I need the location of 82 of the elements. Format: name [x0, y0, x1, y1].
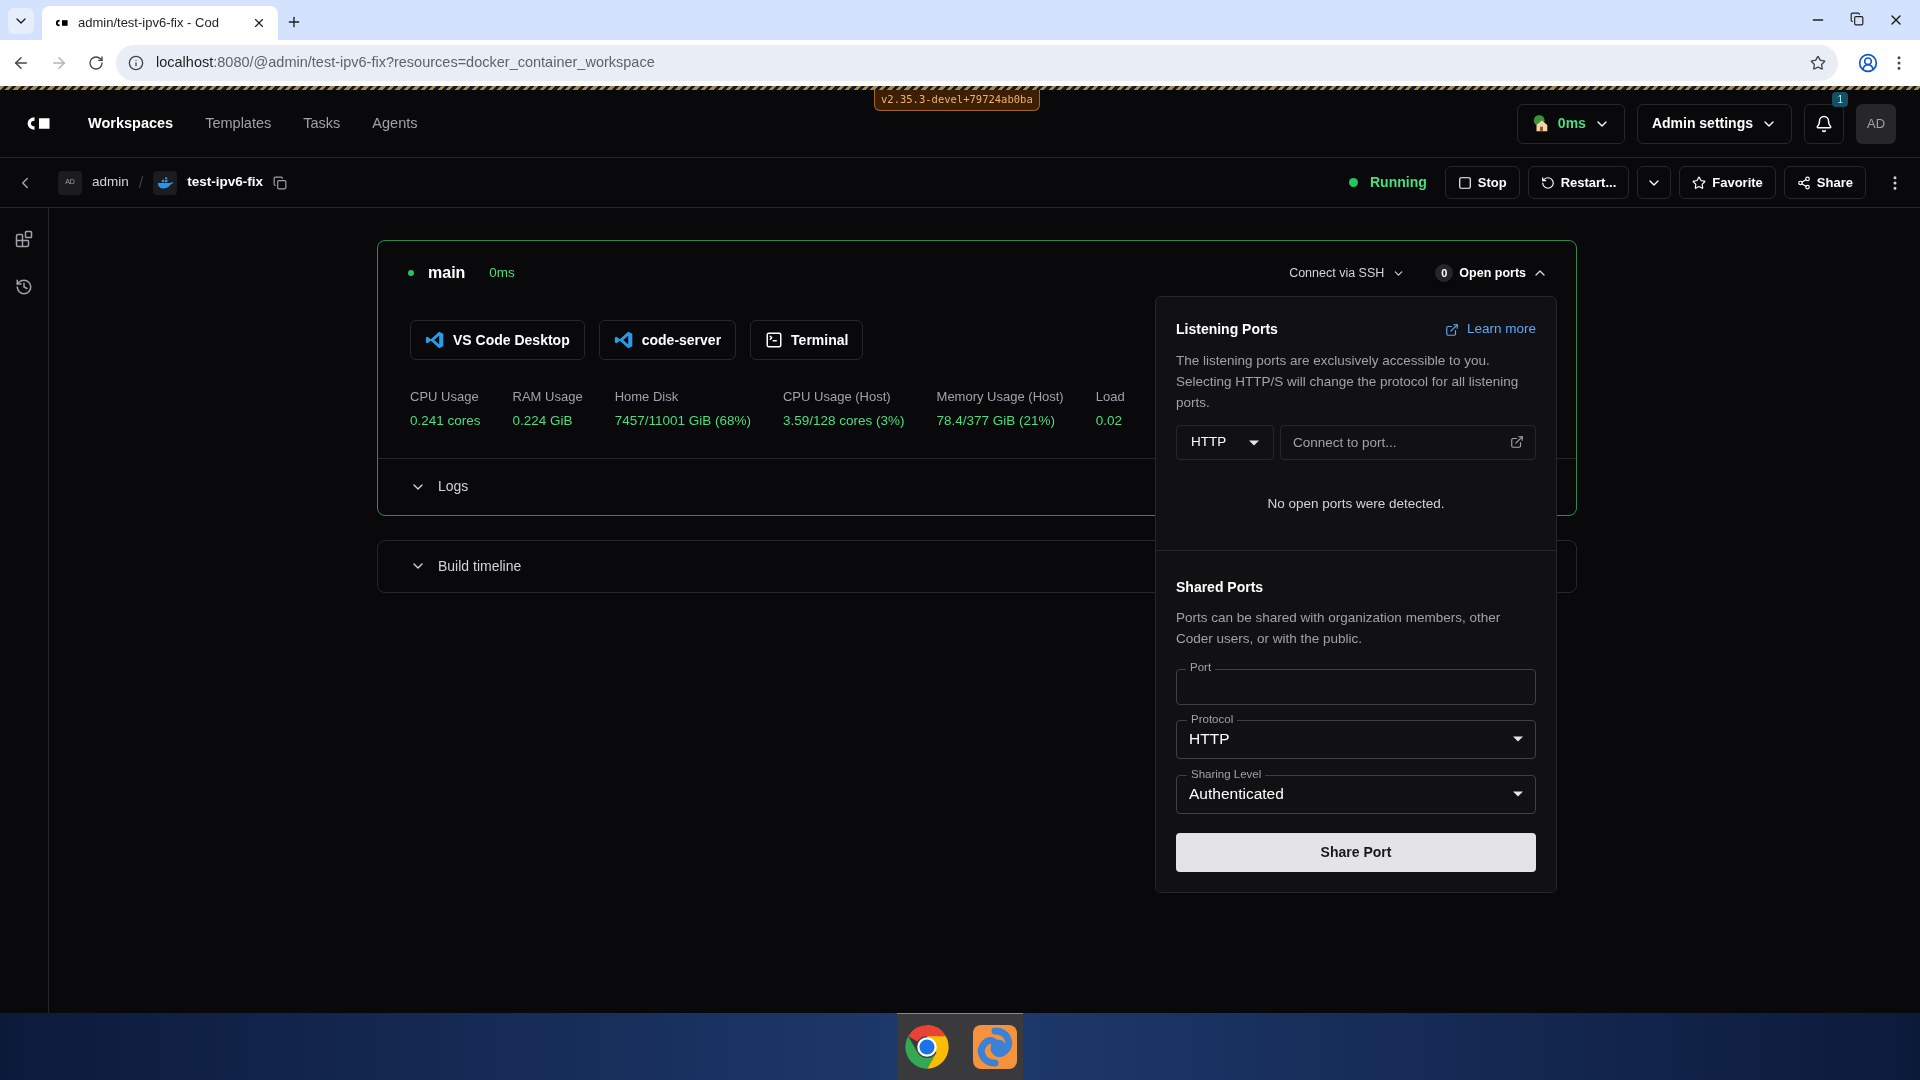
restart-button[interactable]: Restart...	[1527, 166, 1630, 199]
dropdown-arrow-icon	[1513, 736, 1523, 742]
nav-link[interactable]: Templates	[191, 112, 286, 135]
logs-toggle[interactable]: Logs	[378, 458, 469, 515]
breadcrumb-separator: /	[138, 172, 144, 193]
back-icon[interactable]	[12, 54, 30, 72]
workspace-name: test-ipv6-fix	[187, 173, 263, 192]
tab-title: admin/test-ipv6-fix - Cod	[78, 14, 220, 33]
new-tab-icon[interactable]	[286, 14, 302, 30]
metric-value: 0.02	[1095, 411, 1123, 430]
star-icon	[1692, 175, 1707, 190]
metric-value: 7457/11001 GiB (68%)	[614, 411, 751, 430]
reload-icon[interactable]	[88, 55, 104, 71]
browser-tab[interactable]: admin/test-ipv6-fix - Cod	[42, 6, 278, 40]
site-info-icon	[128, 55, 144, 71]
share-icon	[1796, 175, 1811, 190]
nav-link[interactable]: Agents	[358, 112, 432, 135]
notification-count: 1	[1832, 91, 1848, 107]
build-timeline-toggle[interactable]: Build timeline	[410, 555, 522, 577]
agent-latency: 0ms	[489, 263, 515, 282]
owner-name[interactable]: admin	[92, 172, 129, 193]
bookmark-star-icon[interactable]	[1810, 55, 1826, 71]
dropdown-arrow-icon	[1249, 439, 1259, 446]
admin-settings-button[interactable]: Admin settings	[1636, 103, 1792, 144]
metric-value: 0.241 cores	[410, 411, 481, 430]
empty-message: No open ports were detected.	[1267, 495, 1445, 513]
metric-label: CPU Usage	[410, 388, 480, 406]
metric-value: 3.59/128 cores (3%)	[782, 411, 905, 430]
address-bar[interactable]: localhost:8080/@admin/test-ipv6-fix?resources=docker_container_workspace	[116, 45, 1838, 81]
protocol-select[interactable]: HTTP	[1176, 425, 1274, 460]
favicon-icon	[54, 18, 70, 28]
swirl-app-icon[interactable]	[971, 1023, 1019, 1071]
profile-icon[interactable]	[1858, 53, 1878, 73]
workspace-status: Running	[1370, 173, 1427, 192]
copy-icon[interactable]	[273, 175, 287, 190]
square-icon	[1457, 175, 1472, 190]
bell-icon	[1815, 114, 1833, 133]
metric-value: 0.224 GiB	[512, 411, 574, 430]
description-text: The listening ports are exclusively accessible to you. Selecting HTTP/S will change the protocol for all listening ports.	[1176, 352, 1520, 412]
metric-value: 78.4/377 GiB (21%)	[936, 411, 1057, 430]
metric-label: CPU Usage (Host)	[782, 388, 892, 406]
section-title: Shared Ports	[1176, 579, 1264, 596]
share-button[interactable]: Share	[1783, 166, 1866, 199]
more-options-button[interactable]	[1637, 166, 1672, 199]
proxy-latency-button[interactable]: 0ms	[1516, 103, 1625, 144]
history-icon[interactable]	[15, 278, 33, 296]
section-title: Listening Ports	[1176, 320, 1278, 339]
tab-list-button[interactable]	[8, 8, 34, 34]
app-button[interactable]: VS Code Desktop	[410, 320, 585, 360]
description-text: Ports can be shared with organization members, other Coder users, or with the public.	[1176, 608, 1502, 648]
stop-button[interactable]: Stop	[1444, 166, 1520, 199]
url-text: localhost:8080/@admin/test-ipv6-fix?resources=docker_container_workspace	[156, 53, 655, 73]
terminal-icon	[765, 331, 784, 349]
nav-link[interactable]: Tasks	[289, 112, 355, 135]
favorite-button[interactable]: Favorite	[1679, 166, 1776, 199]
docker-whale-icon	[153, 170, 178, 195]
version-badge: v2.35.3-devel+79724ab0ba	[874, 90, 1040, 111]
connect-ssh-button[interactable]: Connect via SSH	[1289, 263, 1406, 283]
learn-more-link[interactable]: Learn more	[1444, 319, 1536, 340]
blocks-icon[interactable]	[15, 230, 33, 248]
user-avatar[interactable]: AD	[1856, 103, 1896, 144]
metric-label: Home Disk	[614, 388, 680, 406]
vscode-icon	[613, 330, 634, 350]
vscode-icon	[425, 330, 445, 350]
restore-icon[interactable]	[1850, 12, 1864, 26]
close-icon[interactable]	[252, 16, 266, 30]
metric-label: RAM Usage	[512, 388, 583, 406]
external-link-icon	[1510, 435, 1524, 449]
house-icon	[1531, 114, 1550, 133]
external-link-icon	[1444, 322, 1459, 337]
connect-port-field[interactable]: Connect to port...	[1280, 425, 1536, 460]
port-count: 0	[1435, 264, 1454, 282]
nav-link[interactable]: Workspaces	[74, 112, 188, 135]
share-port-button[interactable]: Share Port	[1176, 832, 1536, 872]
metric-label: Memory Usage (Host)	[936, 388, 1064, 406]
dropdown-arrow-icon	[1513, 791, 1523, 797]
app-button[interactable]: Terminal	[750, 320, 864, 360]
open-ports-button[interactable]: 0 Open ports	[1435, 263, 1548, 283]
restart-icon	[1540, 175, 1555, 190]
agent-name: main	[428, 263, 466, 283]
app-button[interactable]: code-server	[598, 320, 737, 360]
metric-label: Load	[1095, 388, 1125, 406]
